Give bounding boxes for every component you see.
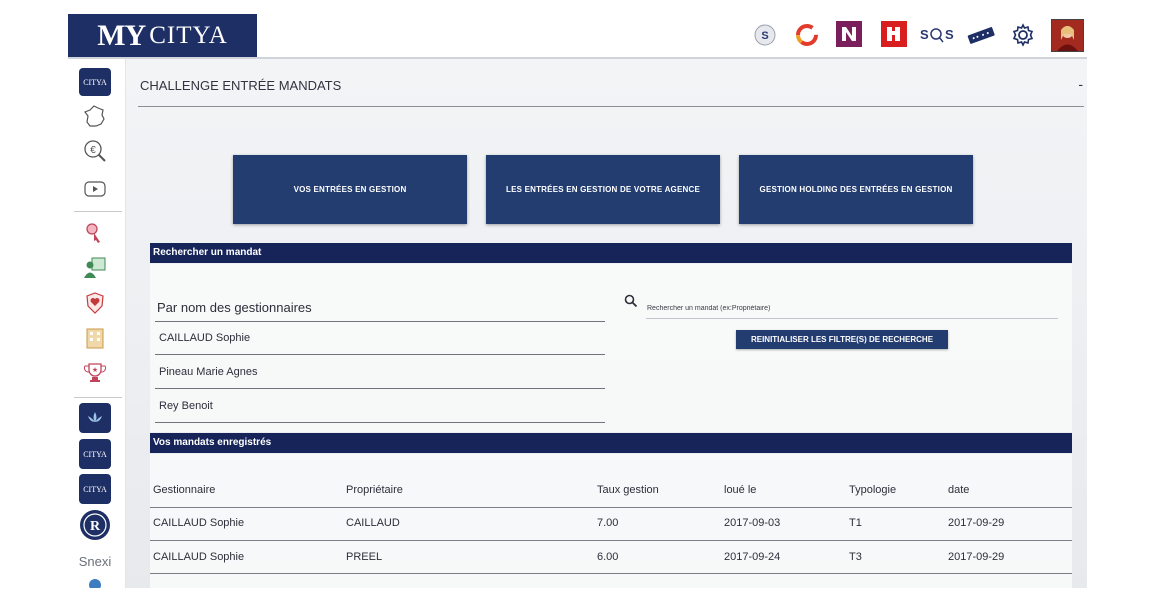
mandats-section-header: Vos mandats enregistrés [150,433,1072,453]
gestionnaire-option[interactable]: Pineau Marie Agnes [159,366,257,378]
search-icon [624,294,638,308]
search-section-header: Rechercher un mandat [150,243,1072,263]
cell-loue-le: 2017-09-03 [724,517,781,529]
reset-filters-button[interactable]: REINITIALISER LES FILTRE(S) DE RECHERCHE [736,330,948,349]
cell-proprietaire: CAILLAUD [346,517,400,529]
gest-divider [155,321,605,322]
cell-loue-le: 2017-09-24 [724,551,781,563]
search-input[interactable] [646,299,1058,319]
content-layer: Rechercher un mandat Par nom des gestion… [68,14,1087,588]
column-header: date [948,484,970,496]
column-header: loué le [724,484,757,496]
column-header: Gestionnaire [153,484,216,496]
column-header: Propriétaire [346,484,403,496]
cell-date: 2017-09-29 [948,517,1005,529]
row-divider [150,540,1072,541]
cell-typologie: T3 [849,551,862,563]
cell-gestionnaire: CAILLAUD Sophie [153,551,245,563]
row-divider [150,507,1072,508]
gestionnaire-option[interactable]: CAILLAUD Sophie [159,332,250,344]
gestionnaire-option[interactable]: Rey Benoit [159,400,213,412]
gest-divider [155,422,605,423]
cell-gestionnaire: CAILLAUD Sophie [153,517,245,529]
cell-taux: 6.00 [597,551,619,563]
cell-taux: 7.00 [597,517,619,529]
column-header: Taux gestion [597,484,659,496]
row-divider [150,573,1072,574]
cell-date: 2017-09-29 [948,551,1005,563]
gest-divider [155,388,605,389]
gest-divider [155,354,605,355]
column-header: Typologie [849,484,897,496]
cell-typologie: T1 [849,517,862,529]
app-window: MY CITYA S SS CITYA € ★ CITYA CITYA R Sn… [68,14,1087,588]
cell-proprietaire: PREEL [346,551,383,563]
gestionnaires-label: Par nom des gestionnaires [157,300,312,315]
